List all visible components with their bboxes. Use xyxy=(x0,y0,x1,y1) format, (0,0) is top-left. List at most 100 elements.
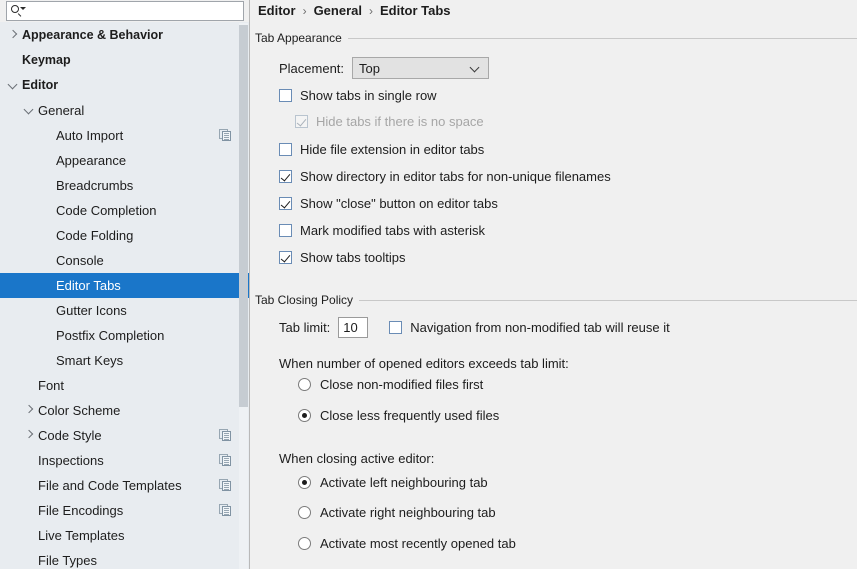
sidebar-item-breadcrumbs[interactable]: Breadcrumbs xyxy=(0,173,241,198)
sidebar-item-label: General xyxy=(38,103,85,118)
sidebar-item-label: Console xyxy=(56,253,104,268)
chevron-right-icon[interactable] xyxy=(22,423,38,448)
chevron-down-icon xyxy=(469,62,480,73)
sidebar-item-code-style[interactable]: Code Style xyxy=(0,423,241,448)
radio-icon[interactable] xyxy=(298,537,311,550)
checkbox-icon[interactable] xyxy=(279,170,292,183)
sidebar-item-file-types[interactable]: File Types xyxy=(0,548,241,569)
radio-row-activate-most-recently-opened-tab[interactable]: Activate most recently opened tab xyxy=(298,536,516,551)
breadcrumb-item-general[interactable]: General xyxy=(314,1,362,21)
checkbox-row-show-directory-in-editor-tabs-for-non-unique-filenames[interactable]: Show directory in editor tabs for non-un… xyxy=(279,169,611,184)
twisty-placeholder xyxy=(22,473,38,498)
sidebar-item-appearance-behavior[interactable]: Appearance & Behavior xyxy=(0,23,241,48)
search-input[interactable] xyxy=(25,3,243,19)
tab-limit-label: Tab limit: xyxy=(279,320,331,335)
radio-icon[interactable] xyxy=(298,476,311,489)
copy-settings-icon[interactable] xyxy=(219,129,232,142)
radio-icon[interactable] xyxy=(298,506,311,519)
sidebar-item-keymap[interactable]: Keymap xyxy=(0,48,241,73)
radio-row-close-non-modified-files-first[interactable]: Close non-modified files first xyxy=(298,377,483,392)
radio-icon[interactable] xyxy=(298,409,311,422)
chevron-down-icon[interactable] xyxy=(22,98,38,123)
radio-row-activate-left-neighbouring-tab[interactable]: Activate left neighbouring tab xyxy=(298,475,488,490)
copy-settings-icon[interactable] xyxy=(219,504,232,517)
navigation-reuse-checkbox[interactable] xyxy=(389,321,403,334)
sidebar-item-label: Live Templates xyxy=(38,528,125,543)
radio-row-close-less-frequently-used-files[interactable]: Close less frequently used files xyxy=(298,408,499,423)
radio-row-activate-right-neighbouring-tab[interactable]: Activate right neighbouring tab xyxy=(298,505,496,520)
chevron-right-icon[interactable] xyxy=(6,23,22,48)
checkbox-row-show-close-button-on-editor-tabs[interactable]: Show "close" button on editor tabs xyxy=(279,196,498,211)
sidebar-item-live-templates[interactable]: Live Templates xyxy=(0,523,241,548)
sidebar-item-inspections[interactable]: Inspections xyxy=(0,448,241,473)
tab-limit-row: Tab limit: Navigation from non-modified … xyxy=(279,317,670,338)
sidebar-item-color-scheme[interactable]: Color Scheme xyxy=(0,398,241,423)
checkbox-row-show-tabs-tooltips[interactable]: Show tabs tooltips xyxy=(279,250,406,265)
breadcrumb-item-editor[interactable]: Editor xyxy=(258,1,296,21)
copy-settings-icon[interactable] xyxy=(219,454,232,467)
sidebar-item-auto-import[interactable]: Auto Import xyxy=(0,123,241,148)
settings-dialog: Appearance & Behavior Keymap Editor General… xyxy=(0,0,857,569)
twisty-placeholder xyxy=(40,173,56,198)
checkbox-row-show-tabs-in-single-row[interactable]: Show tabs in single row xyxy=(279,88,437,103)
copy-settings-icon[interactable] xyxy=(219,479,232,492)
sidebar-item-font[interactable]: Font xyxy=(0,373,241,398)
checkbox-icon[interactable] xyxy=(279,251,292,264)
checkbox-label: Show directory in editor tabs for non-un… xyxy=(300,169,611,184)
section-divider xyxy=(359,299,857,301)
checkbox-icon[interactable] xyxy=(279,224,292,237)
tab-limit-input[interactable] xyxy=(338,317,369,338)
checkbox-label: Show tabs tooltips xyxy=(300,250,406,265)
checkbox-row-hide-file-extension-in-editor-tabs[interactable]: Hide file extension in editor tabs xyxy=(279,142,484,157)
twisty-placeholder xyxy=(22,548,38,569)
chevron-down-icon[interactable] xyxy=(6,73,22,98)
sidebar-item-label: Code Completion xyxy=(56,203,157,218)
copy-settings-icon[interactable] xyxy=(219,429,232,442)
checkbox-icon[interactable] xyxy=(279,89,292,102)
sidebar-item-file-and-code-templates[interactable]: File and Code Templates xyxy=(0,473,241,498)
tab-appearance-section: Tab Appearance xyxy=(255,30,857,46)
sidebar-item-editor[interactable]: Editor xyxy=(0,73,241,98)
sidebar-item-label: Smart Keys xyxy=(56,353,124,368)
sidebar-item-code-folding[interactable]: Code Folding xyxy=(0,223,241,248)
chevron-right-icon[interactable] xyxy=(22,398,38,423)
twisty-placeholder xyxy=(22,373,38,398)
settings-content: Editor › General › Editor Tabs Tab Appea… xyxy=(250,0,857,569)
twisty-placeholder xyxy=(22,448,38,473)
checkbox-label: Show "close" button on editor tabs xyxy=(300,196,498,211)
placement-select[interactable]: Top xyxy=(352,57,490,79)
search-box[interactable] xyxy=(6,1,244,21)
sidebar-item-label: File Types xyxy=(38,553,98,568)
radio-label: Activate left neighbouring tab xyxy=(320,475,488,490)
twisty-placeholder xyxy=(22,498,38,523)
checkbox-icon[interactable] xyxy=(279,197,292,210)
sidebar-item-label: Appearance & Behavior xyxy=(22,28,164,42)
twisty-placeholder xyxy=(6,48,22,73)
sidebar-item-label: Gutter Icons xyxy=(56,303,127,318)
sidebar-item-code-completion[interactable]: Code Completion xyxy=(0,198,241,223)
sidebar-item-smart-keys[interactable]: Smart Keys xyxy=(0,348,241,373)
twisty-placeholder xyxy=(40,323,56,348)
sidebar-scrollbar[interactable] xyxy=(239,23,248,569)
sidebar-item-editor-tabs[interactable]: Editor Tabs xyxy=(0,273,249,298)
checkbox-icon xyxy=(295,115,308,128)
sidebar-item-label: Editor Tabs xyxy=(56,278,121,293)
placement-label: Placement: xyxy=(279,60,345,76)
radio-label: Activate right neighbouring tab xyxy=(320,505,496,520)
breadcrumb-separator-icon: › xyxy=(368,4,373,18)
checkbox-icon[interactable] xyxy=(279,143,292,156)
navigation-reuse-row[interactable]: Navigation from non-modified tab will re… xyxy=(389,320,670,335)
sidebar-item-appearance[interactable]: Appearance xyxy=(0,148,241,173)
sidebar-scrollbar-thumb[interactable] xyxy=(239,25,248,407)
radio-icon[interactable] xyxy=(298,378,311,391)
sidebar-item-console[interactable]: Console xyxy=(0,248,241,273)
sidebar-item-postfix-completion[interactable]: Postfix Completion xyxy=(0,323,241,348)
sidebar-item-general[interactable]: General xyxy=(0,98,241,123)
checkbox-label: Mark modified tabs with asterisk xyxy=(300,223,485,238)
radio-label: Activate most recently opened tab xyxy=(320,536,516,551)
sidebar-item-file-encodings[interactable]: File Encodings xyxy=(0,498,241,523)
checkbox-row-hide-tabs-if-there-is-no-space: Hide tabs if there is no space xyxy=(295,114,484,129)
checkbox-row-mark-modified-tabs-with-asterisk[interactable]: Mark modified tabs with asterisk xyxy=(279,223,485,238)
breadcrumb-item-editor-tabs: Editor Tabs xyxy=(379,3,451,18)
sidebar-item-gutter-icons[interactable]: Gutter Icons xyxy=(0,298,241,323)
